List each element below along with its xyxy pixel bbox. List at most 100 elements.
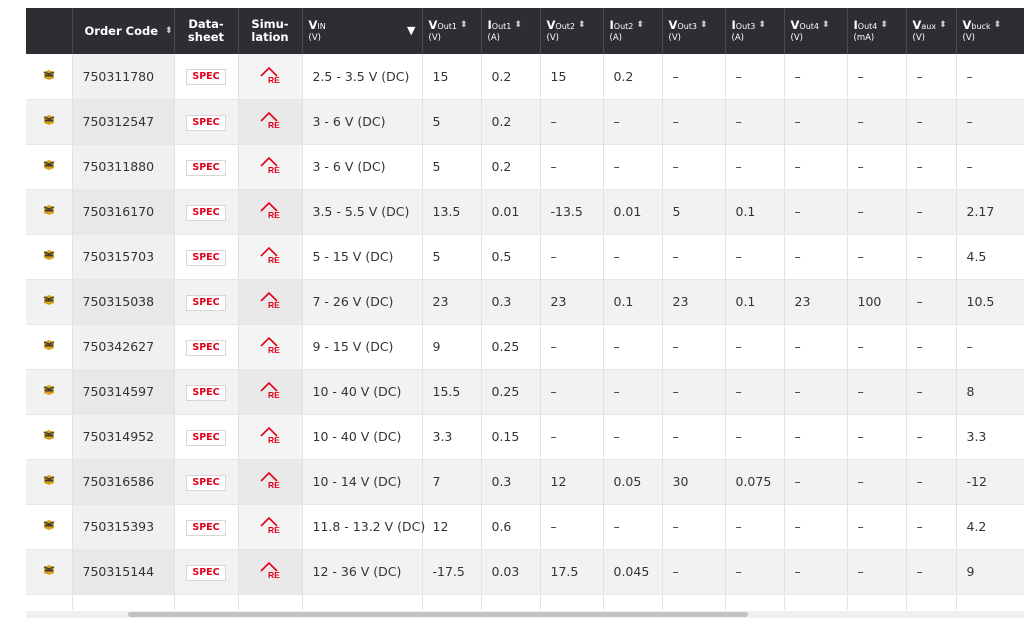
product-image[interactable] (26, 144, 73, 190)
order-code[interactable]: 750311780 (72, 54, 175, 100)
order-code[interactable]: 750312547 (72, 99, 175, 145)
header-order-code[interactable]: Order Code ⬍ (72, 8, 175, 54)
simulation-cell: RE (238, 369, 303, 415)
order-code[interactable]: 750316586 (72, 459, 175, 505)
sort-icon[interactable]: ⬍ (460, 19, 468, 32)
header-vin[interactable]: VIN (V) ▼ (302, 8, 423, 54)
spec-datasheet-link[interactable]: SPEC (186, 159, 226, 176)
sort-icon[interactable]: ⬍ (514, 19, 522, 32)
redexpert-simulation-icon[interactable]: RE (259, 561, 281, 583)
product-image[interactable] (26, 324, 73, 370)
spec-datasheet-link[interactable]: SPEC (186, 564, 226, 581)
sort-icon[interactable]: ⬍ (939, 19, 947, 32)
order-code[interactable]: 750315703 (72, 234, 175, 280)
cell-vout2: -13.5 (540, 189, 604, 235)
header-vaux[interactable]: Vaux ⬍ (V) (906, 8, 957, 54)
redexpert-simulation-icon[interactable]: RE (259, 471, 281, 493)
sort-icon[interactable]: ⬍ (822, 19, 830, 32)
header-iout3[interactable]: IOut3 ⬍ (A) (725, 8, 785, 54)
product-image[interactable] (26, 549, 73, 595)
cell-iout3: – (725, 324, 785, 370)
redexpert-simulation-icon[interactable]: RE (259, 291, 281, 313)
transformer-icon (42, 160, 56, 175)
redexpert-simulation-icon[interactable]: RE (259, 156, 281, 178)
transformer-icon (42, 340, 56, 355)
redexpert-simulation-icon[interactable]: RE (259, 246, 281, 268)
order-code[interactable]: 750314597 (72, 369, 175, 415)
sort-icon[interactable]: ⬍ (994, 19, 1002, 32)
spec-datasheet-link[interactable]: SPEC (186, 429, 226, 446)
redexpert-simulation-icon[interactable]: RE (259, 336, 281, 358)
simulation-cell: RE (238, 54, 303, 100)
redexpert-simulation-icon[interactable]: RE (259, 66, 281, 88)
cell-iout3: – (725, 54, 785, 100)
spec-datasheet-link[interactable]: SPEC (186, 249, 226, 266)
horizontal-scrollbar[interactable] (26, 611, 1024, 618)
order-code[interactable]: 750315038 (72, 279, 175, 325)
product-image[interactable] (26, 279, 73, 325)
order-code[interactable]: 750311880 (72, 144, 175, 190)
table-row[interactable]: 750312547 SPEC RE 3 - 6 V (DC) 5 0.2– – – – – – – – (26, 99, 1024, 145)
table-row[interactable]: 750314952 SPEC RE 10 - 40 V (DC) 3.3 0.15– – – –… (26, 414, 1024, 460)
redexpert-simulation-icon[interactable]: RE (259, 111, 281, 133)
product-image[interactable] (26, 414, 73, 460)
cell-iout1: 0.2 (481, 54, 541, 100)
spec-datasheet-link[interactable]: SPEC (186, 384, 226, 401)
order-code[interactable]: 750316170 (72, 189, 175, 235)
sort-icon[interactable]: ⬍ (165, 25, 173, 38)
table-row[interactable]: 750315703 SPEC RE 5 - 15 V (DC) 5 0.5– – – – – – –4… (26, 234, 1024, 280)
order-code[interactable]: 750315144 (72, 549, 175, 595)
product-image[interactable] (26, 189, 73, 235)
header-vout3[interactable]: VOut3 ⬍ (V) (662, 8, 726, 54)
header-vout2[interactable]: VOut2 ⬍ (V) (540, 8, 604, 54)
spec-datasheet-link[interactable]: SPEC (186, 294, 226, 311)
table-row[interactable]: 750315038 SPEC RE 7 - 26 V (DC) 23 0.3 23 0.1 23… (26, 279, 1024, 325)
order-code[interactable]: 750314952 (72, 414, 175, 460)
product-image[interactable] (26, 459, 73, 505)
sort-icon[interactable]: ⬍ (578, 19, 586, 32)
spec-datasheet-link[interactable]: SPEC (186, 69, 226, 86)
table-row[interactable]: 750311880 SPEC RE 3 - 6 V (DC) 5 0.2– – – – – – – – (26, 144, 1024, 190)
table-row[interactable]: 750316170 SPEC RE 3.5 - 5.5 V (DC) 13.5 0.01-… (26, 189, 1024, 235)
order-code[interactable]: 750315393 (72, 504, 175, 550)
cell-vbuck: 4.2 (956, 504, 1024, 550)
header-iout2[interactable]: IOut2 ⬍ (A) (603, 8, 663, 54)
product-image[interactable] (26, 369, 73, 415)
redexpert-simulation-icon[interactable]: RE (259, 426, 281, 448)
table-row[interactable]: 750314597 SPEC RE 10 - 40 V (DC) 15.5 0.25– – –… (26, 369, 1024, 415)
table-row[interactable]: 750316586 SPEC RE 10 - 14 V (DC) 7 0.3 12 0.05 3… (26, 459, 1024, 505)
spec-datasheet-link[interactable]: SPEC (186, 474, 226, 491)
table-row[interactable]: 750315144 SPEC RE 12 - 36 V (DC) -17.5 0.03 17… (26, 549, 1024, 595)
cell-vout1: -17.5 (422, 549, 482, 595)
product-image[interactable] (26, 504, 73, 550)
cell-vout2: – (540, 414, 604, 460)
table-row[interactable]: 750342627 SPEC RE 9 - 15 V (DC) 9 0.25– – – – – – –… (26, 324, 1024, 370)
sort-icon[interactable]: ⬍ (880, 19, 888, 32)
header-iout4[interactable]: IOut4 ⬍ (mA) (847, 8, 907, 54)
redexpert-simulation-icon[interactable]: RE (259, 201, 281, 223)
cell-vbuck: 2.17 (956, 189, 1024, 235)
cell-iout1: 0.25 (481, 369, 541, 415)
redexpert-simulation-icon[interactable]: RE (259, 381, 281, 403)
header-vbuck[interactable]: Vbuck ⬍ (V) (956, 8, 1024, 54)
cell-vbuck: -12 (956, 459, 1024, 505)
sort-icon[interactable]: ⬍ (636, 19, 644, 32)
header-vout1[interactable]: VOut1 ⬍ (V) (422, 8, 482, 54)
scrollbar-thumb[interactable] (128, 612, 748, 617)
table-row[interactable]: 750311780 SPEC RE 2.5 - 3.5 V (DC) 15 0.2 15 0.… (26, 54, 1024, 100)
table-row[interactable]: 750315393 SPEC RE 11.8 - 13.2 V (DC) 12 0.6– –… (26, 504, 1024, 550)
spec-datasheet-link[interactable]: SPEC (186, 339, 226, 356)
redexpert-simulation-icon[interactable]: RE (259, 516, 281, 538)
sort-icon[interactable]: ⬍ (700, 19, 708, 32)
dropdown-caret-icon[interactable]: ▼ (407, 24, 415, 37)
spec-datasheet-link[interactable]: SPEC (186, 114, 226, 131)
sort-icon[interactable]: ⬍ (758, 19, 766, 32)
product-image[interactable] (26, 54, 73, 100)
header-iout1[interactable]: IOut1 ⬍ (A) (481, 8, 541, 54)
product-image[interactable] (26, 234, 73, 280)
spec-datasheet-link[interactable]: SPEC (186, 519, 226, 536)
spec-datasheet-link[interactable]: SPEC (186, 204, 226, 221)
product-image[interactable] (26, 99, 73, 145)
order-code[interactable]: 750342627 (72, 324, 175, 370)
header-vout4[interactable]: VOut4 ⬍ (V) (784, 8, 848, 54)
